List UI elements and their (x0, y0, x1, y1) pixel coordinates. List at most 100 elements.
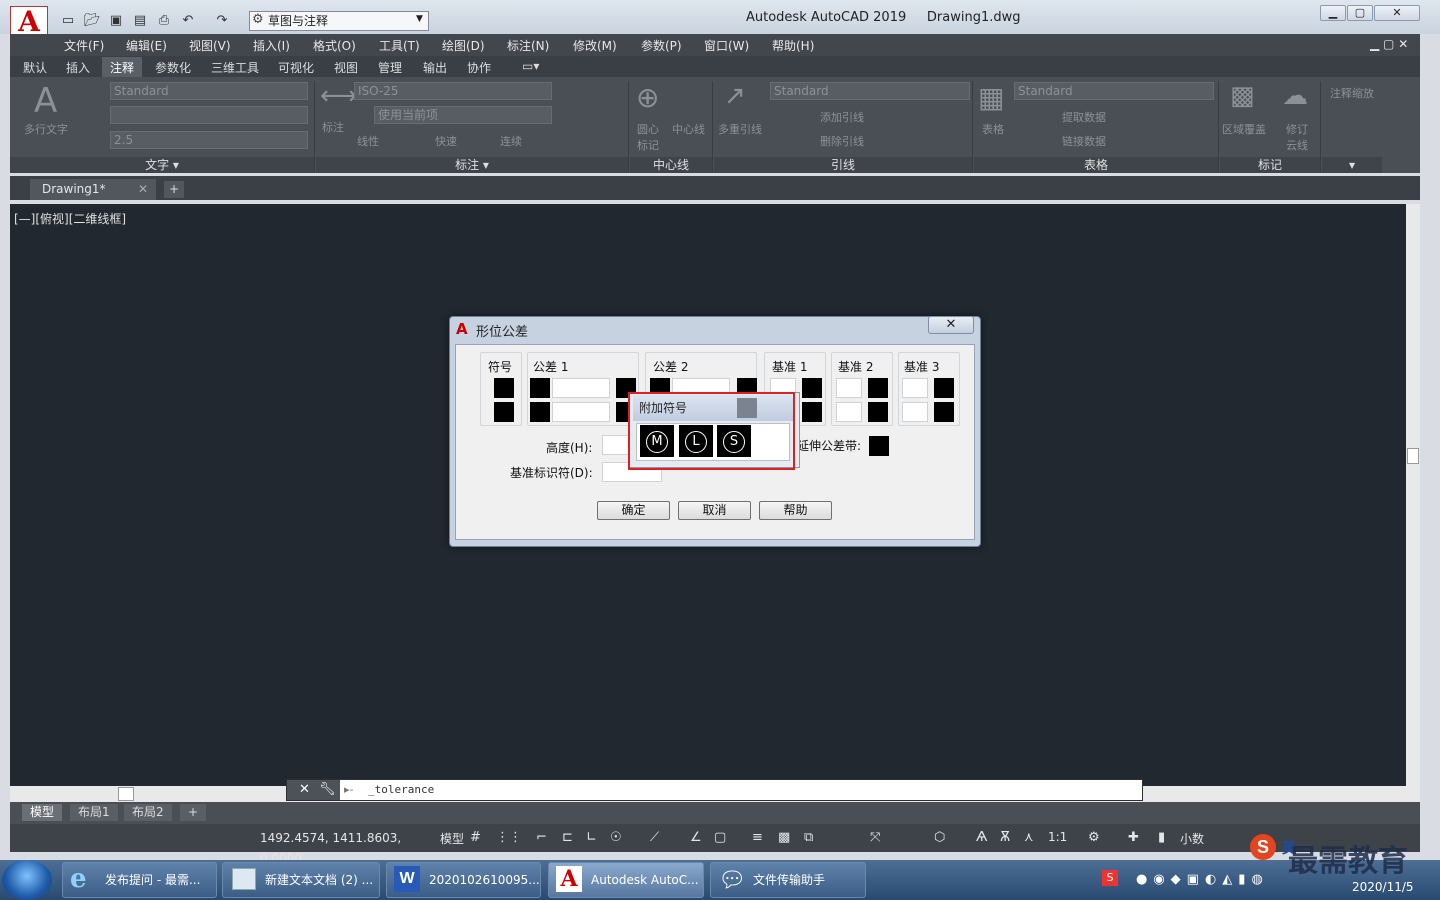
panel-title-dim[interactable]: 标注 ▾ (316, 157, 628, 173)
add-leader-button[interactable]: 添加引线 (820, 109, 864, 125)
cancel-button[interactable]: 取消 (678, 501, 751, 520)
menu-modify[interactable]: 修改(M) (573, 37, 617, 54)
print-icon[interactable]: ⎙ (156, 13, 172, 28)
datum2-material-2[interactable] (868, 402, 888, 422)
dim-layer-combo[interactable]: 使用当前项 (374, 106, 552, 124)
tab-collaborate[interactable]: 协作 (467, 59, 491, 76)
minimize-button[interactable]: ▁ (1320, 5, 1346, 21)
sogou-tray-icon[interactable]: S (1102, 870, 1118, 886)
tolerance1-value-2[interactable] (552, 402, 610, 422)
viewport-controls[interactable]: [—][俯视][二维线框] (14, 210, 126, 227)
tab-default[interactable]: 默认 (23, 59, 47, 76)
3d-osnap-icon[interactable]: ⬡ (934, 830, 945, 845)
datum3-value-1[interactable] (902, 378, 928, 398)
linear-dim-button[interactable]: 线性 (357, 133, 379, 149)
wipeout-icon[interactable]: ▩ (1230, 81, 1255, 111)
mtext-icon[interactable]: A (34, 81, 57, 121)
isometric-icon[interactable]: ⟋ (650, 830, 659, 845)
datum3-material-1[interactable] (934, 378, 954, 398)
add-layout-button[interactable]: + (180, 804, 207, 821)
text-style-combo[interactable]: Standard (110, 82, 308, 100)
menu-edit[interactable]: 编辑(E) (126, 37, 167, 54)
workspace-select[interactable]: 草图与注释 (249, 11, 429, 31)
infer-icon[interactable]: ⌐ (536, 830, 547, 845)
center-mark-icon[interactable]: ⊕ (636, 81, 659, 114)
tab-output[interactable]: 输出 (423, 59, 447, 76)
center-mark-label[interactable]: 圆心标记 (637, 121, 667, 153)
menu-help[interactable]: 帮助(H) (772, 37, 814, 54)
table-style-combo[interactable]: Standard (1014, 82, 1214, 100)
diameter-box-1[interactable] (530, 378, 550, 398)
tab-insert[interactable]: 插入 (66, 59, 90, 76)
tab-annotate[interactable]: 注释 (102, 57, 143, 78)
annotation-scale-value[interactable]: 1:1 (1048, 830, 1067, 844)
close-icon[interactable]: ✕ (299, 782, 310, 797)
datum2-material-1[interactable] (868, 378, 888, 398)
doc-window-controls[interactable]: ▁ ▢ ✕ (1370, 37, 1408, 51)
datum2-value-1[interactable] (836, 378, 862, 398)
snap-icon[interactable]: ⋮⋮ (496, 830, 522, 845)
wrench-icon[interactable]: 🔧︎ (319, 782, 336, 797)
taskbar-date[interactable]: 2020/11/5 (1352, 880, 1414, 894)
projected-zone-box[interactable] (869, 436, 889, 456)
tab-visualize[interactable]: 可视化 (278, 59, 314, 76)
wipeout-button-label[interactable]: 区域覆盖 (1222, 121, 1266, 137)
start-button[interactable] (2, 860, 52, 900)
help-button[interactable]: 帮助 (759, 501, 832, 520)
annotation-scale-icon[interactable]: ⋏ (1024, 830, 1034, 845)
redo-icon[interactable]: ↷ (214, 13, 230, 28)
mleader-icon[interactable]: ↗ (724, 81, 746, 111)
extract-data-button[interactable]: 提取数据 (1062, 109, 1106, 125)
tab-view[interactable]: 视图 (334, 59, 358, 76)
datum2-value-2[interactable] (836, 402, 862, 422)
object-snap-icon[interactable]: ▢ (714, 830, 726, 845)
dimension-icon[interactable]: ⟷ (320, 81, 357, 111)
open-file-icon[interactable]: 📂︎ (84, 13, 101, 28)
scroll-thumb[interactable] (1407, 448, 1419, 464)
datum1-material-2[interactable] (802, 402, 822, 422)
menu-window[interactable]: 窗口(W) (704, 37, 749, 54)
annotation-visibility-icon[interactable]: Ѧ (976, 830, 987, 845)
revcloud-button-label[interactable]: 修订云线 (1286, 121, 1310, 153)
find-text-input[interactable] (110, 106, 308, 124)
scroll-thumb[interactable] (118, 787, 134, 801)
model-space-button[interactable]: 模型 (440, 830, 464, 847)
dim-style-combo[interactable]: ISO-25 (354, 82, 552, 100)
quick-dim-button[interactable]: 快速 (435, 133, 457, 149)
link-data-button[interactable]: 链接数据 (1062, 133, 1106, 149)
close-icon[interactable]: ✕ (138, 182, 148, 196)
menu-tools[interactable]: 工具(T) (379, 37, 420, 54)
table-button-label[interactable]: 表格 (982, 121, 1004, 137)
menu-parametric[interactable]: 参数(P) (641, 37, 682, 54)
symbol-box-1[interactable] (494, 378, 514, 398)
dynamic-input-icon[interactable]: ⊏ (562, 830, 573, 845)
datum3-value-2[interactable] (902, 402, 928, 422)
transparency-icon[interactable]: ▩ (778, 830, 790, 845)
symbol-box-2[interactable] (494, 402, 514, 422)
object-snap-tracking-icon[interactable]: ∠ (690, 830, 702, 845)
menu-view[interactable]: 视图(V) (189, 37, 231, 54)
maximize-button[interactable]: ▢ (1347, 5, 1373, 21)
ortho-icon[interactable]: ∟ (586, 830, 597, 845)
datum3-material-2[interactable] (934, 402, 954, 422)
drawing-tab[interactable]: Drawing1* ✕ (30, 179, 156, 200)
mleader-style-combo[interactable]: Standard (770, 82, 970, 100)
coordinates-readout[interactable]: 1492.4574, 1411.8603, 0.0000 (256, 828, 434, 865)
menu-dimension[interactable]: 标注(N) (507, 37, 549, 54)
tab-3d-tools[interactable]: 三维工具 (211, 59, 259, 76)
ok-button[interactable]: 确定 (597, 501, 670, 520)
menu-format[interactable]: 格式(O) (313, 37, 356, 54)
units-value[interactable]: 小数 (1180, 830, 1204, 847)
selection-cycling-icon[interactable]: ⧉ (804, 830, 813, 845)
undo-icon[interactable]: ↶ (180, 13, 196, 28)
polar-icon[interactable]: ☉ (610, 830, 622, 845)
gear-icon[interactable]: ⚙ (1088, 830, 1100, 845)
tab-model[interactable]: 模型 (22, 804, 63, 821)
text-height-combo[interactable]: 2.5 (110, 131, 308, 149)
vertical-scrollbar[interactable] (1406, 204, 1420, 786)
tab-manage[interactable]: 管理 (378, 59, 402, 76)
auto-scale-icon[interactable]: Ѫ (1000, 830, 1010, 845)
diameter-box-2[interactable] (530, 402, 550, 422)
datum1-material-1[interactable] (802, 378, 822, 398)
sogou-ime-icon[interactable]: S (1250, 834, 1276, 860)
